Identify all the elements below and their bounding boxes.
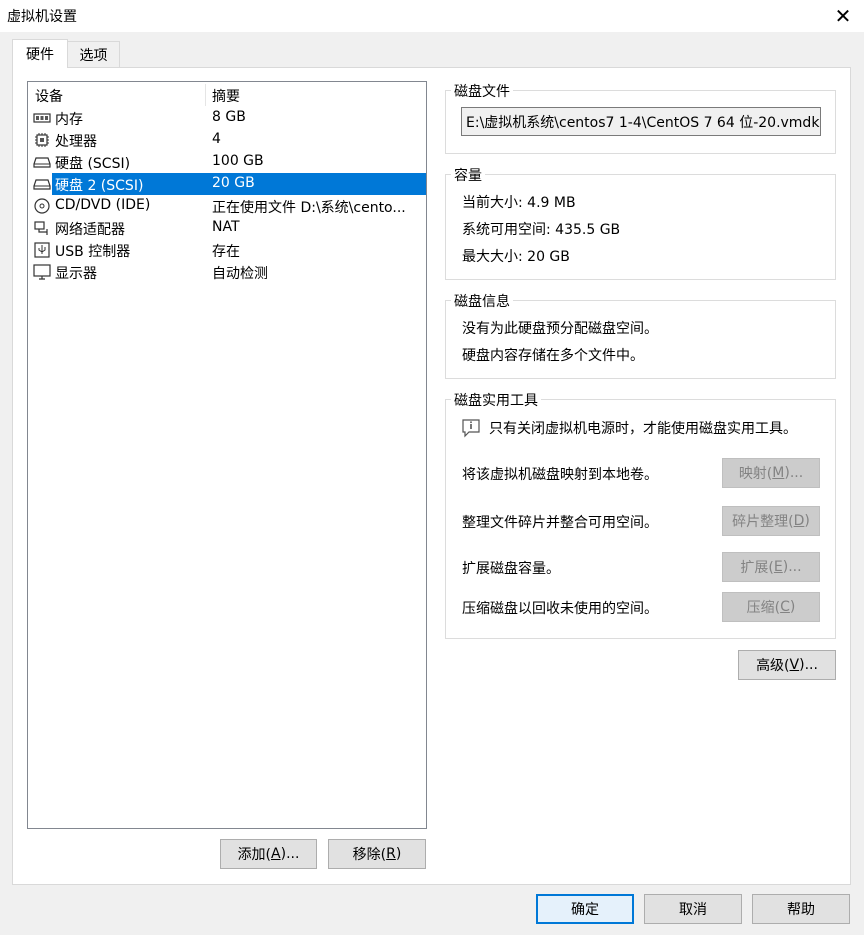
compact-description: 压缩磁盘以回收未使用的空间。 <box>462 601 658 617</box>
device-name: 网络适配器 <box>55 222 125 238</box>
hard-disk-icon <box>33 157 51 168</box>
device-row-monitor[interactable]: 显示器 自动检测 <box>28 261 426 283</box>
expand-button[interactable]: 扩展(E)... <box>722 552 820 582</box>
power-off-notice: 只有关闭虚拟机电源时，才能使用磁盘实用工具。 <box>489 421 797 437</box>
tab-options[interactable]: 选项 <box>67 41 120 67</box>
device-name: 硬盘 (SCSI) <box>55 156 131 172</box>
device-row-processor[interactable]: 处理器 4 <box>28 129 426 151</box>
column-divider <box>205 84 206 106</box>
defrag-description: 整理文件碎片并整合可用空间。 <box>462 515 658 531</box>
device-name: 处理器 <box>55 134 97 150</box>
ok-button[interactable]: 确定 <box>536 894 634 924</box>
memory-icon <box>33 113 51 123</box>
device-summary: 存在 <box>212 244 240 260</box>
device-name: USB 控制器 <box>55 244 131 260</box>
current-size: 当前大小: 4.9 MB <box>462 195 576 211</box>
device-summary: 100 GB <box>212 153 264 169</box>
add-button[interactable]: 添加(A)... <box>220 839 317 869</box>
window-title: 虚拟机设置 <box>7 9 77 25</box>
device-name: 显示器 <box>55 266 97 282</box>
close-icon: ✕ <box>834 4 852 28</box>
help-button[interactable]: 帮助 <box>752 894 850 924</box>
disk-file-field[interactable]: E:\虚拟机系统\centos7 1-4\CentOS 7 64 位-20.vm… <box>461 107 821 136</box>
map-description: 将该虚拟机磁盘映射到本地卷。 <box>462 467 658 483</box>
network-adapter-icon <box>34 221 48 235</box>
device-summary: 4 <box>212 131 221 147</box>
cancel-button[interactable]: 取消 <box>644 894 742 924</box>
advanced-button[interactable]: 高级(V)... <box>738 650 836 680</box>
device-name: CD/DVD (IDE) <box>55 197 151 213</box>
compact-button[interactable]: 压缩(C) <box>722 592 820 622</box>
device-row-hard-disk[interactable]: 硬盘 (SCSI) 100 GB <box>28 151 426 173</box>
column-header-device[interactable]: 设备 <box>35 86 63 106</box>
info-icon <box>462 419 480 438</box>
device-summary: 正在使用文件 D:\系统\cento... <box>212 200 406 216</box>
device-name: 硬盘 2 (SCSI) <box>55 178 144 194</box>
device-summary: 20 GB <box>212 175 255 191</box>
disk-file-label: 磁盘文件 <box>451 81 513 101</box>
capacity-label: 容量 <box>451 165 485 185</box>
column-header-summary[interactable]: 摘要 <box>212 86 240 106</box>
monitor-icon <box>33 264 51 280</box>
device-summary: NAT <box>212 219 240 235</box>
disk-info-line-1: 没有为此硬盘预分配磁盘空间。 <box>462 321 658 337</box>
device-row-hard-disk-2[interactable]: 硬盘 2 (SCSI) 20 GB <box>28 173 426 195</box>
tab-hardware[interactable]: 硬件 <box>12 39 68 68</box>
close-button[interactable]: ✕ <box>822 0 864 32</box>
disk-info-label: 磁盘信息 <box>451 291 513 311</box>
device-row-cd-dvd[interactable]: CD/DVD (IDE) 正在使用文件 D:\系统\cento... <box>28 195 426 217</box>
disk-utilities-label: 磁盘实用工具 <box>451 390 541 410</box>
system-free-space: 系统可用空间: 435.5 GB <box>462 222 621 238</box>
cd-dvd-icon <box>34 198 50 214</box>
processor-icon <box>35 133 49 147</box>
hard-disk-icon <box>33 179 51 190</box>
disk-info-line-2: 硬盘内容存储在多个文件中。 <box>462 348 644 364</box>
map-button[interactable]: 映射(M)... <box>722 458 820 488</box>
expand-description: 扩展磁盘容量。 <box>462 561 560 577</box>
device-summary: 自动检测 <box>212 266 268 282</box>
device-name: 内存 <box>55 112 83 128</box>
max-size: 最大大小: 20 GB <box>462 249 570 265</box>
device-summary: 8 GB <box>212 109 246 125</box>
device-row-network-adapter[interactable]: 网络适配器 NAT <box>28 217 426 239</box>
usb-icon <box>34 242 50 258</box>
device-row-usb-controller[interactable]: USB 控制器 存在 <box>28 239 426 261</box>
remove-button[interactable]: 移除(R) <box>328 839 426 869</box>
disk-info-group <box>445 300 836 379</box>
defragment-button[interactable]: 碎片整理(D) <box>722 506 820 536</box>
title-bar <box>0 0 864 32</box>
device-row-memory[interactable]: 内存 8 GB <box>28 107 426 129</box>
